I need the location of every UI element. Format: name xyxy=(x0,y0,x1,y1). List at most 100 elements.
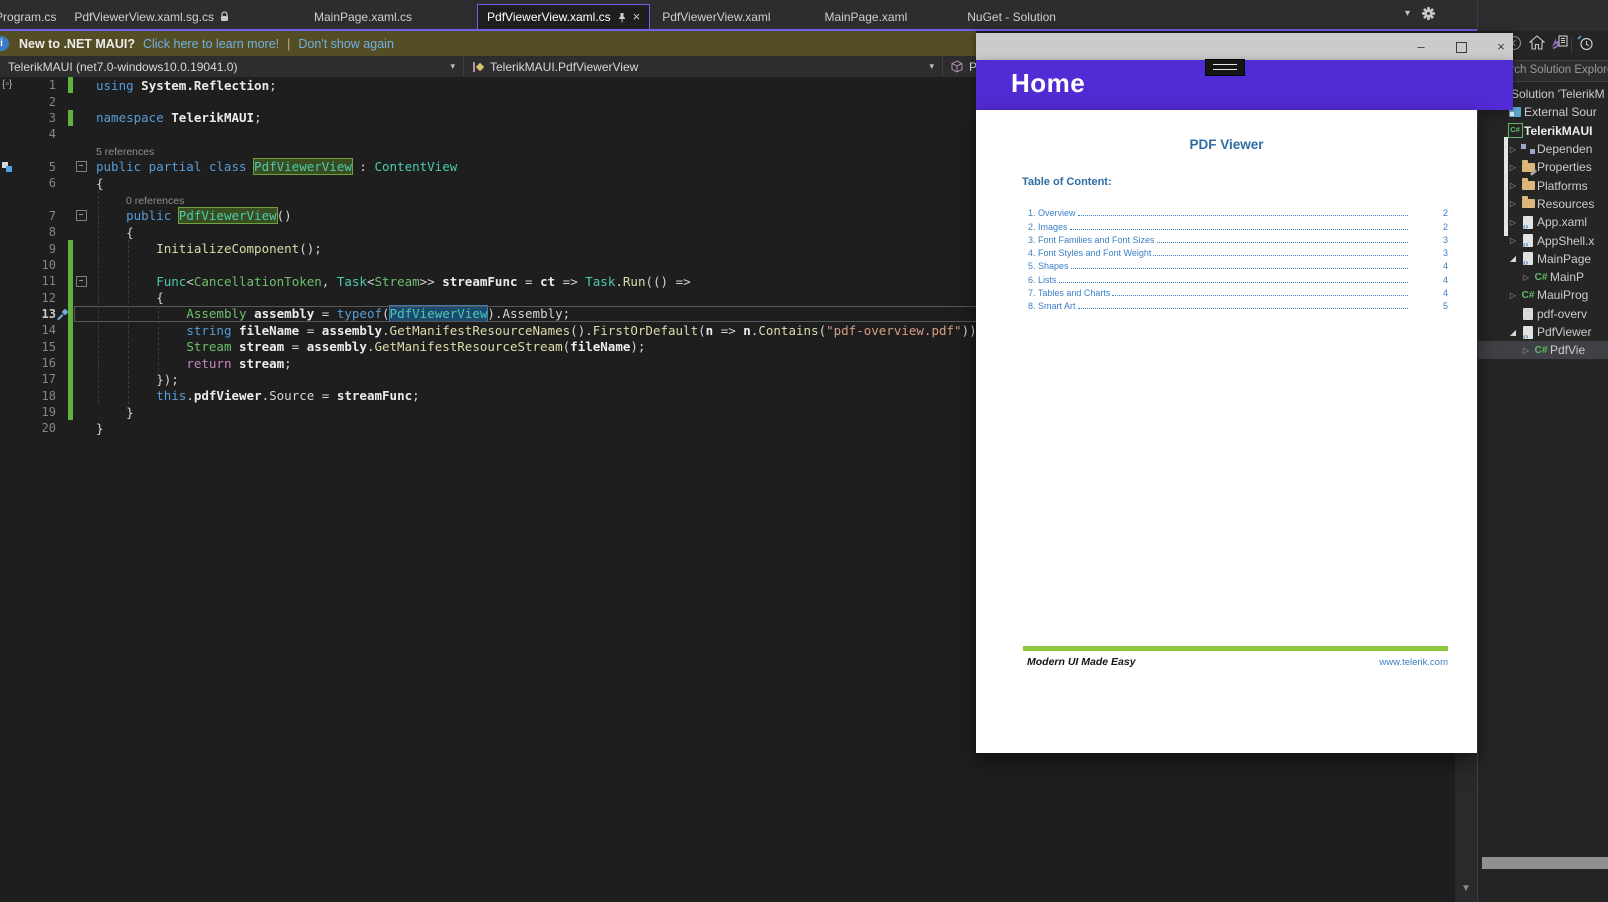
toc-row[interactable]: 6. Lists4 xyxy=(1028,271,1448,284)
codelens-references[interactable]: 0 references xyxy=(126,195,184,207)
panel-horizontal-scrollbar[interactable] xyxy=(1482,857,1608,869)
pin-icon[interactable] xyxy=(617,12,627,23)
tree-item-properties[interactable]: ▷Properties xyxy=(1478,158,1608,176)
expand-arrow-icon[interactable]: ◢ xyxy=(1507,328,1519,337)
tab-label: auiProgram.cs xyxy=(0,10,56,24)
toc-leader-dots xyxy=(1071,268,1408,269)
tree-item-platforms[interactable]: ▷ Platforms xyxy=(1478,176,1608,194)
tab-settings-gear-icon[interactable] xyxy=(1422,7,1435,20)
tree-item-app-xaml[interactable]: ▷App.xaml xyxy=(1478,213,1608,231)
document-tab-bar: auiProgram.cs PdfViewerView.xaml.sg.cs Mai… xyxy=(0,0,1608,31)
tree-item-label: pdf-overv xyxy=(1537,307,1587,321)
window-titlebar[interactable]: – × xyxy=(976,31,1513,60)
maximize-icon xyxy=(1456,42,1467,53)
expand-arrow-icon[interactable]: ▷ xyxy=(1507,291,1519,300)
editor-tab[interactable]: auiProgram.cs xyxy=(0,4,65,29)
change-tracking-bar xyxy=(68,339,73,355)
tree-item-pdfviewer[interactable]: ◢ PdfViewer xyxy=(1478,323,1608,341)
toc-row[interactable]: 3. Font Families and Font Sizes3 xyxy=(1028,232,1448,245)
line-number: 16 xyxy=(22,356,56,370)
editor-tab[interactable]: PdfViewerView.xaml.cs× xyxy=(477,4,650,29)
fold-toggle[interactable]: − xyxy=(76,276,87,287)
indent-guide xyxy=(98,191,99,403)
learn-more-link[interactable]: Click here to learn more! xyxy=(143,37,279,51)
tree-item-label: PdfViewer xyxy=(1537,325,1591,339)
tree-item-appshell-x[interactable]: ▷AppShell.x xyxy=(1478,231,1608,249)
toc-row[interactable]: 2. Images2 xyxy=(1028,218,1448,231)
toc-row[interactable]: 4. Font Styles and Font Weight3 xyxy=(1028,245,1448,258)
tree-item-mainpage[interactable]: ◢MainPage xyxy=(1478,250,1608,268)
document-outline-margin-icon[interactable]: {▫} xyxy=(2,79,12,90)
change-tracking-bar xyxy=(68,371,73,387)
maximize-button[interactable] xyxy=(1450,37,1472,57)
toc-row[interactable]: 7. Tables and Charts4 xyxy=(1028,285,1448,298)
csharp-file-icon: C# xyxy=(1535,345,1548,356)
tree-item-mainp[interactable]: ▷C#MainP xyxy=(1478,268,1608,286)
expand-arrow-icon[interactable]: ▷ xyxy=(1507,163,1519,172)
tree-item-label: MauiProg xyxy=(1537,288,1588,302)
tree-item-label: Resources xyxy=(1537,197,1594,211)
toc-leader-dots xyxy=(1070,229,1408,230)
footer-telerik-link[interactable]: www.telerik.com xyxy=(1379,657,1448,668)
class-icon xyxy=(472,61,484,73)
tree-item-label: Platforms xyxy=(1537,179,1588,193)
line-number: 15 xyxy=(22,340,56,354)
tree-item-mauiprog[interactable]: ▷C#MauiProg xyxy=(1478,286,1608,304)
editor-tab[interactable]: PdfViewerView.xaml xyxy=(653,4,779,29)
scrollbar-down-arrow-icon[interactable]: ▼ xyxy=(1455,883,1477,894)
expand-arrow-icon[interactable]: ▷ xyxy=(1507,199,1519,208)
tree-item-pdfvie[interactable]: ▷C#PdfVie xyxy=(1478,341,1608,359)
tree-item-pdf-overv[interactable]: pdf-overv xyxy=(1478,305,1608,323)
tree-item-dependen[interactable]: ▷ Dependen xyxy=(1478,140,1608,158)
panel-scrollbar-thumb[interactable] xyxy=(1504,137,1508,236)
line-number: 8 xyxy=(22,225,56,239)
tab-label: PdfViewerView.xaml xyxy=(662,10,770,24)
dismiss-link[interactable]: Don't show again xyxy=(298,37,394,51)
pdf-page[interactable]: PDF Viewer Table of Content: 1. Overview… xyxy=(976,110,1477,753)
toc-leader-dots xyxy=(1112,295,1408,296)
banner-menu-handle[interactable] xyxy=(1205,59,1245,76)
close-button[interactable]: × xyxy=(1490,37,1512,57)
expand-arrow-icon[interactable]: ▷ xyxy=(1507,236,1519,245)
tab-close-icon[interactable]: × xyxy=(633,12,641,22)
expand-arrow-icon[interactable]: ▷ xyxy=(1520,346,1532,355)
editor-tab[interactable]: PdfViewerView.xaml.sg.cs xyxy=(65,4,238,29)
expand-arrow-icon[interactable]: ▷ xyxy=(1507,145,1519,154)
tree-item-label: Dependen xyxy=(1537,142,1592,156)
line-number: 14 xyxy=(22,323,56,337)
toc-row[interactable]: 1. Overview2 xyxy=(1028,205,1448,218)
fold-toggle[interactable]: − xyxy=(76,161,87,172)
codelens-references[interactable]: 5 references xyxy=(96,146,154,158)
change-tracking-bar xyxy=(68,240,73,256)
inheritance-margin-icon[interactable] xyxy=(2,162,13,172)
editor-tab[interactable]: MainPage.xaml.cs xyxy=(305,4,421,29)
editor-tab[interactable]: NuGet - Solution xyxy=(958,4,1065,29)
tree-item-resources[interactable]: ▷ Resources xyxy=(1478,195,1608,213)
editor-tab[interactable]: MainPage.xaml xyxy=(816,4,917,29)
toc-row[interactable]: 8. Smart Art5 xyxy=(1028,298,1448,311)
tab-overflow-chevron-icon[interactable]: ▾ xyxy=(1405,8,1410,19)
switch-views-icon[interactable] xyxy=(1551,35,1568,50)
expand-arrow-icon[interactable]: ▷ xyxy=(1507,218,1519,227)
expand-arrow-icon[interactable]: ▷ xyxy=(1507,181,1519,190)
toc-label: 7. Tables and Charts xyxy=(1028,288,1110,298)
project-dropdown[interactable]: TelerikMAUI (net7.0-windows10.0.19041.0)… xyxy=(0,56,464,77)
change-tracking-bar xyxy=(68,77,73,93)
expand-arrow-icon[interactable]: ◢ xyxy=(1507,254,1519,263)
line-number: 4 xyxy=(22,127,56,141)
xaml-file-icon xyxy=(1523,216,1533,229)
change-tracking-bar xyxy=(68,322,73,338)
pending-changes-filter-icon[interactable] xyxy=(1577,35,1594,51)
minimize-button[interactable]: – xyxy=(1410,37,1432,57)
toc-row[interactable]: 5. Shapes4 xyxy=(1028,258,1448,271)
tree-item-telerikmaui[interactable]: C#TelerikMAUI xyxy=(1478,122,1608,140)
toc-leader-dots xyxy=(1157,242,1408,243)
toc-leader-dots xyxy=(1078,308,1408,309)
toc-label: 3. Font Families and Font Sizes xyxy=(1028,235,1155,245)
quick-actions-screwdriver-icon[interactable] xyxy=(55,307,69,321)
home-icon[interactable] xyxy=(1529,35,1545,50)
dependencies-icon xyxy=(1521,144,1535,154)
type-dropdown[interactable]: TelerikMAUI.PdfViewerView ▾ xyxy=(464,56,943,77)
expand-arrow-icon[interactable]: ▷ xyxy=(1520,273,1532,282)
fold-toggle[interactable]: − xyxy=(76,210,87,221)
